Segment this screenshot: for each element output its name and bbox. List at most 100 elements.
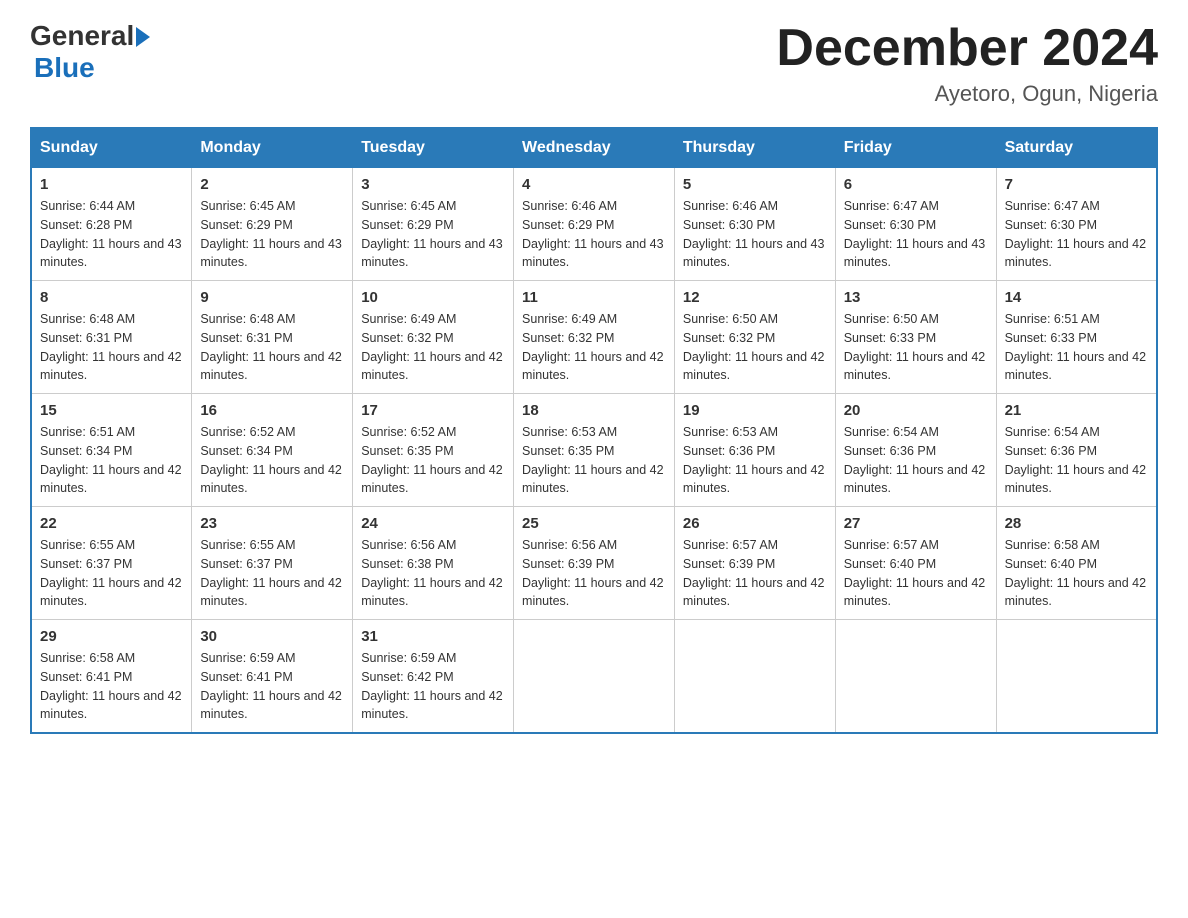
day-number: 20 — [844, 402, 988, 419]
day-number: 5 — [683, 176, 827, 193]
day-number: 12 — [683, 289, 827, 306]
location-title: Ayetoro, Ogun, Nigeria — [776, 81, 1158, 107]
day-number: 7 — [1005, 176, 1148, 193]
calendar-cell: 17 Sunrise: 6:52 AMSunset: 6:35 PMDaylig… — [353, 394, 514, 507]
day-info: Sunrise: 6:46 AMSunset: 6:29 PMDaylight:… — [522, 199, 664, 269]
calendar-cell — [835, 620, 996, 734]
day-info: Sunrise: 6:57 AMSunset: 6:39 PMDaylight:… — [683, 538, 825, 608]
weekday-header-saturday: Saturday — [996, 128, 1157, 168]
day-info: Sunrise: 6:54 AMSunset: 6:36 PMDaylight:… — [1005, 425, 1147, 495]
day-number: 16 — [200, 402, 344, 419]
calendar-week-row: 22 Sunrise: 6:55 AMSunset: 6:37 PMDaylig… — [31, 507, 1157, 620]
calendar-cell — [996, 620, 1157, 734]
calendar-week-row: 29 Sunrise: 6:58 AMSunset: 6:41 PMDaylig… — [31, 620, 1157, 734]
weekday-header-sunday: Sunday — [31, 128, 192, 168]
day-number: 9 — [200, 289, 344, 306]
calendar-cell: 27 Sunrise: 6:57 AMSunset: 6:40 PMDaylig… — [835, 507, 996, 620]
weekday-header-thursday: Thursday — [674, 128, 835, 168]
calendar-cell: 29 Sunrise: 6:58 AMSunset: 6:41 PMDaylig… — [31, 620, 192, 734]
day-number: 21 — [1005, 402, 1148, 419]
month-title: December 2024 — [776, 20, 1158, 77]
calendar-cell: 18 Sunrise: 6:53 AMSunset: 6:35 PMDaylig… — [514, 394, 675, 507]
weekday-header-tuesday: Tuesday — [353, 128, 514, 168]
day-number: 15 — [40, 402, 183, 419]
day-info: Sunrise: 6:50 AMSunset: 6:33 PMDaylight:… — [844, 312, 986, 382]
day-info: Sunrise: 6:58 AMSunset: 6:40 PMDaylight:… — [1005, 538, 1147, 608]
calendar-cell: 7 Sunrise: 6:47 AMSunset: 6:30 PMDayligh… — [996, 168, 1157, 281]
calendar-cell: 19 Sunrise: 6:53 AMSunset: 6:36 PMDaylig… — [674, 394, 835, 507]
day-info: Sunrise: 6:57 AMSunset: 6:40 PMDaylight:… — [844, 538, 986, 608]
day-info: Sunrise: 6:49 AMSunset: 6:32 PMDaylight:… — [361, 312, 503, 382]
day-info: Sunrise: 6:47 AMSunset: 6:30 PMDaylight:… — [844, 199, 986, 269]
calendar-cell: 9 Sunrise: 6:48 AMSunset: 6:31 PMDayligh… — [192, 281, 353, 394]
calendar-cell: 4 Sunrise: 6:46 AMSunset: 6:29 PMDayligh… — [514, 168, 675, 281]
day-number: 24 — [361, 515, 505, 532]
day-number: 10 — [361, 289, 505, 306]
calendar-cell: 25 Sunrise: 6:56 AMSunset: 6:39 PMDaylig… — [514, 507, 675, 620]
day-number: 2 — [200, 176, 344, 193]
day-info: Sunrise: 6:52 AMSunset: 6:34 PMDaylight:… — [200, 425, 342, 495]
calendar-cell: 14 Sunrise: 6:51 AMSunset: 6:33 PMDaylig… — [996, 281, 1157, 394]
day-info: Sunrise: 6:48 AMSunset: 6:31 PMDaylight:… — [200, 312, 342, 382]
day-info: Sunrise: 6:51 AMSunset: 6:33 PMDaylight:… — [1005, 312, 1147, 382]
day-number: 30 — [200, 628, 344, 645]
day-info: Sunrise: 6:50 AMSunset: 6:32 PMDaylight:… — [683, 312, 825, 382]
day-number: 8 — [40, 289, 183, 306]
day-number: 19 — [683, 402, 827, 419]
day-number: 25 — [522, 515, 666, 532]
day-number: 13 — [844, 289, 988, 306]
calendar-cell: 15 Sunrise: 6:51 AMSunset: 6:34 PMDaylig… — [31, 394, 192, 507]
calendar-header-row: SundayMondayTuesdayWednesdayThursdayFrid… — [31, 128, 1157, 168]
day-number: 23 — [200, 515, 344, 532]
logo-arrow-icon — [136, 27, 150, 47]
calendar-week-row: 15 Sunrise: 6:51 AMSunset: 6:34 PMDaylig… — [31, 394, 1157, 507]
calendar-cell — [514, 620, 675, 734]
day-info: Sunrise: 6:53 AMSunset: 6:36 PMDaylight:… — [683, 425, 825, 495]
calendar-week-row: 1 Sunrise: 6:44 AMSunset: 6:28 PMDayligh… — [31, 168, 1157, 281]
day-info: Sunrise: 6:59 AMSunset: 6:41 PMDaylight:… — [200, 651, 342, 721]
logo-blue-text: Blue — [34, 52, 150, 84]
day-info: Sunrise: 6:47 AMSunset: 6:30 PMDaylight:… — [1005, 199, 1147, 269]
logo: General Blue — [30, 20, 150, 84]
calendar-cell: 23 Sunrise: 6:55 AMSunset: 6:37 PMDaylig… — [192, 507, 353, 620]
calendar-cell: 6 Sunrise: 6:47 AMSunset: 6:30 PMDayligh… — [835, 168, 996, 281]
day-number: 11 — [522, 289, 666, 306]
day-info: Sunrise: 6:51 AMSunset: 6:34 PMDaylight:… — [40, 425, 182, 495]
day-info: Sunrise: 6:45 AMSunset: 6:29 PMDaylight:… — [200, 199, 342, 269]
day-number: 26 — [683, 515, 827, 532]
calendar-cell: 13 Sunrise: 6:50 AMSunset: 6:33 PMDaylig… — [835, 281, 996, 394]
calendar-cell: 16 Sunrise: 6:52 AMSunset: 6:34 PMDaylig… — [192, 394, 353, 507]
day-number: 17 — [361, 402, 505, 419]
calendar-cell: 24 Sunrise: 6:56 AMSunset: 6:38 PMDaylig… — [353, 507, 514, 620]
day-number: 31 — [361, 628, 505, 645]
calendar-cell: 5 Sunrise: 6:46 AMSunset: 6:30 PMDayligh… — [674, 168, 835, 281]
day-info: Sunrise: 6:46 AMSunset: 6:30 PMDaylight:… — [683, 199, 825, 269]
weekday-header-friday: Friday — [835, 128, 996, 168]
calendar-cell: 26 Sunrise: 6:57 AMSunset: 6:39 PMDaylig… — [674, 507, 835, 620]
calendar-cell: 20 Sunrise: 6:54 AMSunset: 6:36 PMDaylig… — [835, 394, 996, 507]
day-number: 14 — [1005, 289, 1148, 306]
day-number: 6 — [844, 176, 988, 193]
day-number: 4 — [522, 176, 666, 193]
calendar-week-row: 8 Sunrise: 6:48 AMSunset: 6:31 PMDayligh… — [31, 281, 1157, 394]
day-info: Sunrise: 6:53 AMSunset: 6:35 PMDaylight:… — [522, 425, 664, 495]
calendar-cell: 3 Sunrise: 6:45 AMSunset: 6:29 PMDayligh… — [353, 168, 514, 281]
day-number: 27 — [844, 515, 988, 532]
calendar-cell: 2 Sunrise: 6:45 AMSunset: 6:29 PMDayligh… — [192, 168, 353, 281]
day-info: Sunrise: 6:44 AMSunset: 6:28 PMDaylight:… — [40, 199, 182, 269]
day-info: Sunrise: 6:56 AMSunset: 6:38 PMDaylight:… — [361, 538, 503, 608]
calendar-cell: 21 Sunrise: 6:54 AMSunset: 6:36 PMDaylig… — [996, 394, 1157, 507]
calendar-cell: 30 Sunrise: 6:59 AMSunset: 6:41 PMDaylig… — [192, 620, 353, 734]
day-number: 3 — [361, 176, 505, 193]
calendar-cell: 11 Sunrise: 6:49 AMSunset: 6:32 PMDaylig… — [514, 281, 675, 394]
day-number: 18 — [522, 402, 666, 419]
day-info: Sunrise: 6:59 AMSunset: 6:42 PMDaylight:… — [361, 651, 503, 721]
calendar-cell: 28 Sunrise: 6:58 AMSunset: 6:40 PMDaylig… — [996, 507, 1157, 620]
day-info: Sunrise: 6:56 AMSunset: 6:39 PMDaylight:… — [522, 538, 664, 608]
day-info: Sunrise: 6:58 AMSunset: 6:41 PMDaylight:… — [40, 651, 182, 721]
calendar-cell: 12 Sunrise: 6:50 AMSunset: 6:32 PMDaylig… — [674, 281, 835, 394]
title-block: December 2024 Ayetoro, Ogun, Nigeria — [776, 20, 1158, 107]
calendar-cell: 1 Sunrise: 6:44 AMSunset: 6:28 PMDayligh… — [31, 168, 192, 281]
page-header: General Blue December 2024 Ayetoro, Ogun… — [30, 20, 1158, 107]
weekday-header-monday: Monday — [192, 128, 353, 168]
